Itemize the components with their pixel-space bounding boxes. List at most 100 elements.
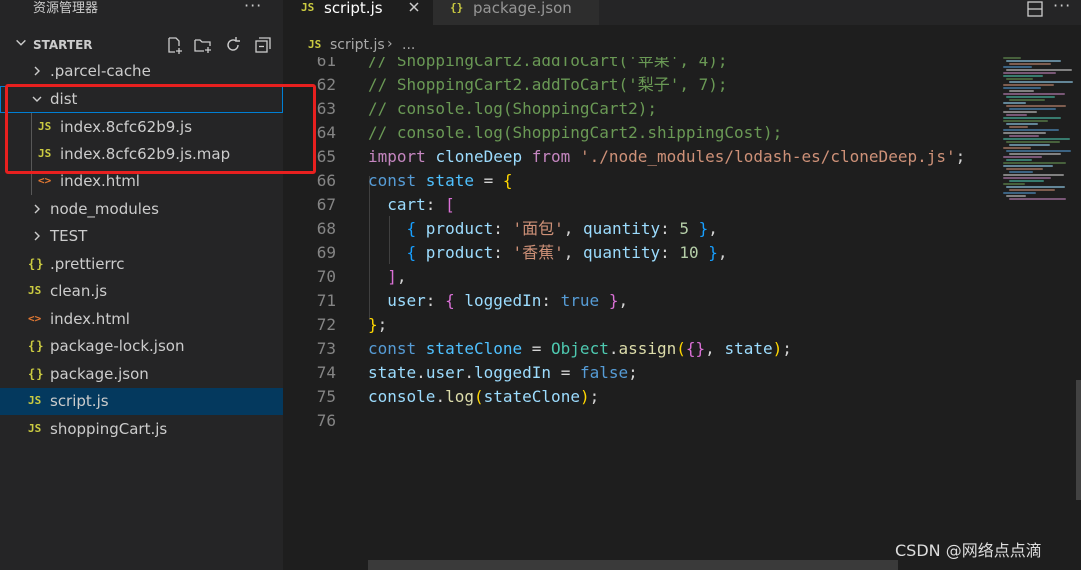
minimap-line	[1006, 96, 1055, 98]
code-token: ,	[563, 219, 584, 238]
editor-more-actions-icon[interactable]: ···	[1053, 0, 1071, 15]
tree-item-label: shoppingCart.js	[50, 420, 168, 438]
minimap-line	[1009, 81, 1073, 83]
code-token: :	[425, 291, 446, 310]
tab-package-json[interactable]: {} package.json	[433, 0, 599, 25]
tree-file-package-json[interactable]: {} package.json	[0, 361, 283, 388]
code-token: cloneDeep	[435, 147, 532, 166]
tree-item-label: package-lock.json	[50, 337, 185, 355]
tab-script-js[interactable]: JS script.js	[283, 0, 433, 25]
minimap-line	[1009, 90, 1034, 92]
code-text: // console.log(ShoppingCart2);	[368, 97, 657, 121]
explorer-more-actions-icon[interactable]: ···	[244, 0, 262, 15]
code-token: ,	[396, 267, 407, 286]
breadcrumb-symbol[interactable]: ...	[402, 36, 415, 54]
js-file-icon: JS	[28, 394, 42, 407]
code-token: }	[698, 219, 709, 238]
code-line: 63// console.log(ShoppingCart2);	[283, 97, 998, 121]
code-token: {	[406, 219, 426, 238]
editor-pane: JS script.js {} package.json ··· JS scri…	[283, 0, 1081, 570]
tree-item-label: package.json	[50, 365, 149, 383]
tree-file-clean-js[interactable]: JS clean.js	[0, 278, 283, 305]
tab-bar: JS script.js {} package.json ···	[283, 0, 1081, 25]
code-token: ;	[628, 363, 638, 382]
json-file-icon: {}	[450, 1, 464, 14]
code-token: user	[425, 363, 465, 382]
minimap-line	[1003, 177, 1051, 179]
line-number: 68	[316, 219, 336, 238]
code-token: 10	[679, 243, 709, 262]
code-token: product	[425, 219, 494, 238]
minimap-line	[1006, 69, 1072, 71]
html-file-icon: <>	[28, 312, 42, 325]
collapse-all-icon[interactable]	[253, 35, 273, 55]
tab-label: package.json	[473, 0, 572, 17]
code-line: 62// ShoppingCart2.addToCart('梨子', 7);	[283, 73, 998, 97]
code-token: ;	[782, 339, 792, 358]
tree-item-label: .parcel-cache	[50, 62, 151, 80]
tree-folder-parcel-cache[interactable]: .parcel-cache	[0, 58, 283, 85]
breadcrumb-file[interactable]: script.js	[330, 36, 385, 54]
code-line: 66 const state = {	[283, 169, 998, 193]
line-number: 76	[316, 411, 336, 430]
js-file-icon: JS	[28, 284, 42, 297]
minimap-line	[1009, 63, 1051, 65]
code-token: false	[579, 363, 629, 382]
refresh-icon[interactable]	[223, 35, 243, 55]
chevron-right-icon	[34, 66, 40, 76]
minimap-line	[1006, 150, 1071, 152]
line-number: 74	[316, 363, 336, 382]
code-token: )	[772, 339, 783, 358]
code-token: :	[493, 243, 513, 262]
code-token: {	[445, 291, 465, 310]
tree-folder-node-modules[interactable]: node_modules	[0, 196, 283, 223]
minimap-line	[1009, 189, 1055, 191]
minimap-line	[1003, 156, 1042, 158]
minimap-line	[1009, 153, 1061, 155]
code-token: =	[560, 363, 580, 382]
code-line: 76	[283, 409, 998, 433]
minimap-line	[1003, 72, 1056, 74]
code-area[interactable]: 61 // ShoppingCart2.addToCart('苹果', 4); 62…	[283, 57, 998, 560]
code-token: {	[502, 171, 513, 190]
breadcrumb-separator: ›	[387, 36, 393, 52]
vertical-scrollbar[interactable]	[1076, 380, 1081, 500]
new-file-icon[interactable]	[164, 35, 184, 55]
close-icon[interactable]	[406, 0, 422, 15]
code-line: 70 ],	[283, 265, 998, 289]
tree-item-label: clean.js	[50, 282, 108, 300]
json-file-icon: {}	[28, 367, 45, 381]
code-token: user	[387, 291, 426, 310]
code-token: ,	[705, 339, 725, 358]
code-token: .	[435, 387, 446, 406]
minimap-line	[1003, 66, 1032, 68]
code-token: .	[464, 363, 474, 382]
tree-file-prettierrc[interactable]: {} .prettierrc	[0, 251, 283, 278]
tree-folder-test[interactable]: TEST	[0, 223, 283, 250]
js-file-icon: JS	[308, 38, 322, 51]
split-editor-icon[interactable]	[1026, 0, 1044, 18]
tab-label: script.js	[324, 0, 383, 17]
tree-file-script-js[interactable]: JS script.js	[0, 388, 283, 415]
minimap-line	[1006, 123, 1038, 125]
horizontal-scrollbar[interactable]	[368, 560, 898, 570]
new-folder-icon[interactable]	[193, 35, 213, 55]
code-token: :	[660, 243, 680, 262]
minimap-line	[1003, 102, 1026, 104]
minimap-line	[1003, 183, 1025, 185]
tree-file-package-lock-json[interactable]: {} package-lock.json	[0, 333, 283, 360]
code-token: Object	[551, 339, 609, 358]
workspace-title: STARTER	[33, 38, 93, 52]
json-file-icon: {}	[28, 257, 45, 271]
code-token: ,	[717, 243, 728, 262]
minimap-line	[1006, 78, 1033, 80]
code-token: const	[368, 171, 426, 190]
tree-file-shoppingcart-js[interactable]: JS shoppingCart.js	[0, 416, 283, 443]
minimap-line	[1003, 87, 1041, 89]
tree-file-index-html[interactable]: <> index.html	[0, 306, 283, 333]
workspace-section-header[interactable]: STARTER	[0, 33, 283, 57]
minimap-line	[1006, 195, 1026, 197]
minimap[interactable]	[1003, 57, 1081, 217]
minimap-line	[1009, 171, 1033, 173]
